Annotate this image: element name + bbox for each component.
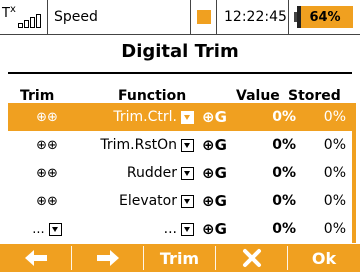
switch-assign-icon[interactable]: ⊕G (202, 103, 240, 131)
trim-value: 0% (272, 165, 296, 181)
tools-button[interactable] (216, 244, 287, 272)
function-key-bar: Trim Ok (0, 244, 360, 272)
header-value: Value (236, 88, 280, 104)
table-row[interactable]: ... ... ⊕G 0% 0% (8, 215, 352, 243)
trim-stick-icon: ⊕⊕ (36, 193, 58, 209)
trim-value: 0% (272, 137, 296, 153)
function-select[interactable]: ... (74, 215, 194, 243)
switch-assign-icon[interactable]: ⊕G (202, 215, 240, 243)
tx-signal: Tx (2, 0, 44, 34)
battery-indicator: 64% (297, 6, 353, 28)
model-name: Speed (54, 9, 98, 25)
function-select[interactable]: Trim.RstOn (74, 131, 194, 159)
header-function: Function (118, 88, 187, 104)
trim-value: 0% (272, 193, 296, 209)
prev-button[interactable] (0, 244, 71, 272)
chevron-down-icon[interactable] (181, 110, 194, 124)
function-select[interactable]: Elevator (74, 187, 194, 215)
tools-icon (242, 249, 261, 267)
table-row[interactable]: ⊕⊕ Trim.Ctrl. ⊕G 0% 0% (8, 103, 352, 131)
arrow-left-icon (24, 250, 47, 266)
status-bar: Tx Speed 12:22:45 64% (0, 0, 360, 35)
table-row[interactable]: ⊕⊕ Elevator ⊕G 0% 0% (8, 187, 352, 215)
table-row[interactable]: ⊕⊕ Rudder ⊕G 0% 0% (8, 159, 352, 187)
battery-percent: 64% (309, 9, 341, 25)
chevron-down-icon[interactable] (181, 222, 194, 236)
status-indicator (197, 10, 211, 24)
function-label: ... (163, 221, 177, 237)
stored-value: 0% (323, 137, 346, 153)
stored-value: 0% (323, 193, 346, 209)
trim-label: ... (32, 221, 45, 237)
trim-value: 0% (272, 221, 296, 237)
trim-value: 0% (272, 109, 296, 125)
switch-assign-icon[interactable]: ⊕G (202, 131, 240, 159)
table-row[interactable]: ⊕⊕ Trim.RstOn ⊕G 0% 0% (8, 131, 352, 159)
page-title: Digital Trim (121, 41, 239, 62)
stored-value: 0% (323, 165, 346, 181)
header-stored: Stored (288, 88, 341, 104)
trim-stick-icon: ⊕⊕ (36, 109, 58, 125)
signal-strength-icon (17, 13, 42, 28)
chevron-down-icon[interactable] (181, 194, 194, 208)
battery-level-mark (297, 6, 301, 28)
switch-assign-icon[interactable]: ⊕G (202, 187, 240, 215)
trim-button[interactable]: Trim (144, 244, 215, 272)
arrow-right-icon (96, 250, 119, 266)
scrollbar[interactable] (352, 103, 356, 243)
function-select[interactable]: Rudder (74, 159, 194, 187)
switch-assign-icon[interactable]: ⊕G (202, 159, 240, 187)
function-label: Elevator (118, 193, 177, 209)
chevron-down-icon[interactable] (181, 138, 194, 152)
function-label: Rudder (126, 165, 177, 181)
clock: 12:22:45 (224, 9, 287, 25)
chevron-down-icon[interactable] (48, 222, 62, 236)
ok-button[interactable]: Ok (288, 244, 360, 272)
tx-label: T (2, 5, 10, 21)
stored-value: 0% (323, 109, 346, 125)
trim-select[interactable]: ... (32, 215, 62, 243)
trim-stick-icon: ⊕⊕ (36, 137, 58, 153)
function-label: Trim.RstOn (100, 137, 177, 153)
title-divider (8, 72, 352, 74)
next-button[interactable] (72, 244, 143, 272)
trim-stick-icon: ⊕⊕ (36, 165, 58, 181)
stored-value: 0% (323, 221, 346, 237)
function-label: Trim.Ctrl. (113, 109, 177, 125)
function-select[interactable]: Trim.Ctrl. (74, 103, 194, 131)
chevron-down-icon[interactable] (181, 166, 194, 180)
header-trim: Trim (20, 88, 55, 104)
tx-label-sub: x (9, 3, 16, 15)
